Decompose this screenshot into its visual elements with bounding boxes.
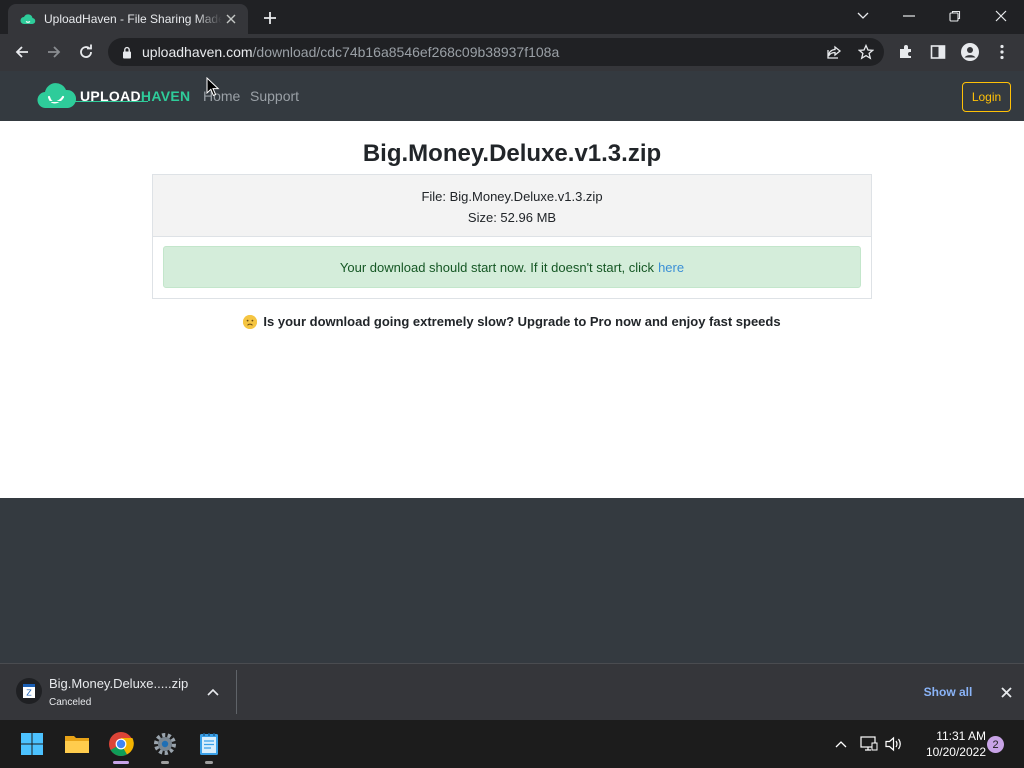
- file-info: File: Big.Money.Deluxe.v1.3.zip Size: 52…: [153, 175, 871, 237]
- download-item-status: Canceled: [49, 697, 92, 708]
- alert-text: Your download should start now. If it do…: [339, 259, 655, 275]
- profile-icon[interactable]: [956, 38, 984, 66]
- close-shelf-icon[interactable]: [996, 682, 1016, 702]
- tab-uploadhaven[interactable]: UploadHaven - File Sharing Made: [8, 4, 248, 34]
- back-arrow-icon[interactable]: [8, 38, 36, 66]
- notification-badge[interactable]: 2: [987, 736, 1004, 753]
- logo-text-haven: HAVEN: [140, 88, 191, 104]
- settings-icon[interactable]: [149, 728, 181, 764]
- upgrade-message[interactable]: Is your download going extremely slow? U…: [0, 314, 1024, 329]
- shelf-divider: [236, 670, 237, 714]
- site-logo[interactable]: UPLOADHAVEN: [36, 79, 190, 113]
- volume-icon[interactable]: [884, 734, 904, 754]
- url-path: /download/cdc74b16a8546ef268c09b38937f10…: [252, 44, 560, 60]
- url-host: uploadhaven.com: [142, 44, 253, 60]
- close-icon[interactable]: [222, 10, 240, 28]
- page-title: Big.Money.Deluxe.v1.3.zip: [362, 140, 662, 167]
- file-size-line: Size: 52.96 MB: [467, 210, 557, 225]
- windows-taskbar: 11:31 AM 10/20/2022: [0, 720, 1024, 768]
- forward-arrow-icon[interactable]: [40, 38, 68, 66]
- chevron-up-icon[interactable]: [203, 682, 223, 702]
- chevron-down-icon[interactable]: [840, 0, 886, 32]
- download-here-link[interactable]: here: [658, 260, 684, 275]
- login-button[interactable]: Login: [962, 82, 1011, 112]
- clock-time: 11:31 AM: [936, 729, 986, 743]
- mouse-cursor-icon: [206, 77, 220, 97]
- app-indicator: [161, 761, 169, 764]
- upgrade-text: Is your download going extremely slow? U…: [263, 314, 781, 329]
- windows-start-icon[interactable]: [16, 728, 48, 760]
- cloud-favicon-icon: [20, 11, 36, 27]
- address-bar[interactable]: uploadhaven.com/download/cdc74b16a8546ef…: [108, 38, 884, 66]
- reload-icon[interactable]: [72, 38, 100, 66]
- file-explorer-icon[interactable]: [61, 728, 93, 760]
- plus-icon[interactable]: [258, 6, 282, 30]
- star-icon[interactable]: [852, 38, 880, 66]
- close-window-icon[interactable]: [978, 0, 1024, 32]
- archive-icon[interactable]: Z: [16, 678, 42, 704]
- svg-text:Z: Z: [26, 689, 32, 698]
- page-footer: [0, 498, 1024, 663]
- active-app-indicator: [113, 761, 129, 764]
- system-clock[interactable]: 11:31 AM 10/20/2022: [906, 728, 986, 760]
- side-panel-icon[interactable]: [924, 38, 952, 66]
- notepad-icon[interactable]: [193, 728, 225, 764]
- download-alert: Your download should start now. If it do…: [163, 246, 861, 288]
- extensions-icon[interactable]: [892, 38, 920, 66]
- file-name-line: File: Big.Money.Deluxe.v1.3.zip: [421, 189, 603, 204]
- download-page: Big.Money.Deluxe.v1.3.zip File: Big.Mone…: [0, 121, 1024, 498]
- cloud-logo-icon: [37, 83, 76, 109]
- url-text: uploadhaven.com/download/cdc74b16a8546ef…: [142, 44, 559, 60]
- file-card: File: Big.Money.Deluxe.v1.3.zip Size: 52…: [152, 174, 872, 299]
- sad-face-icon: [243, 314, 258, 329]
- tab-strip: UploadHaven - File Sharing Made: [0, 0, 1024, 34]
- chrome-icon[interactable]: [105, 728, 137, 764]
- tab-title: UploadHaven - File Sharing Made: [44, 12, 222, 26]
- site-navbar: UPLOADHAVEN Home Support Login: [0, 71, 1024, 121]
- download-shelf: Z Big.Money.Deluxe.....zip Canceled Show…: [0, 663, 1024, 720]
- kebab-menu-icon[interactable]: [988, 38, 1016, 66]
- logo-underline: [44, 101, 148, 102]
- show-all-button[interactable]: Show all: [912, 682, 984, 702]
- download-item-name[interactable]: Big.Money.Deluxe.....zip: [49, 676, 188, 691]
- tray-chevron-up-icon[interactable]: [831, 734, 851, 754]
- clock-date: 10/20/2022: [925, 745, 986, 759]
- app-indicator: [205, 761, 213, 764]
- minimize-icon[interactable]: [886, 0, 932, 32]
- restore-icon[interactable]: [932, 0, 978, 32]
- network-icon[interactable]: [859, 734, 879, 754]
- lock-icon[interactable]: [120, 45, 134, 59]
- share-icon[interactable]: [820, 38, 848, 66]
- nav-support[interactable]: Support: [250, 88, 299, 104]
